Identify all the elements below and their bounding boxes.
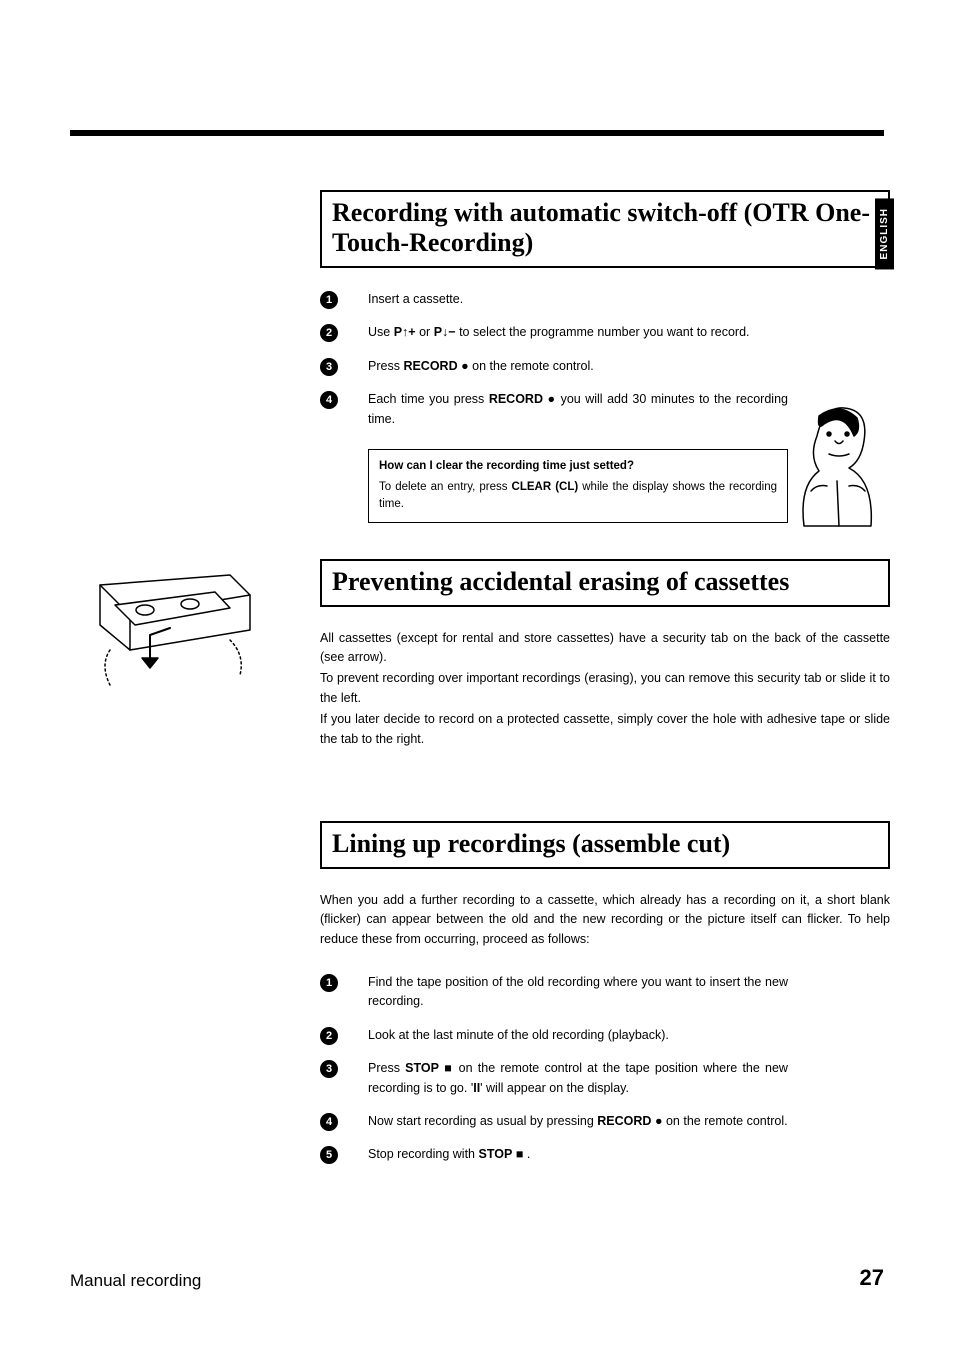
step-row: 3 Press RECORD ● on the remote control. xyxy=(320,357,890,376)
cassette-illustration xyxy=(90,570,260,700)
step-text: Stop recording with STOP ■ . xyxy=(368,1145,530,1164)
language-tab: ENGLISH xyxy=(875,198,894,269)
step-bullet: 2 xyxy=(320,324,338,342)
t: Now start recording as usual by pressing xyxy=(368,1114,597,1128)
footer-section-title: Manual recording xyxy=(70,1271,201,1291)
stop-icon: ■ xyxy=(516,1147,524,1161)
step-text: Use P↑+ or P↓− to select the programme n… xyxy=(368,323,750,342)
step-bullet: 5 xyxy=(320,1146,338,1164)
step-row: 2 Look at the last minute of the old rec… xyxy=(320,1026,890,1045)
para: All cassettes (except for rental and sto… xyxy=(320,629,890,668)
step-row: 3 Press STOP ■ on the remote control at … xyxy=(320,1059,890,1098)
t: or xyxy=(419,325,434,339)
t: Each time you press xyxy=(368,392,489,406)
button-label: STOP xyxy=(478,1147,512,1161)
button-label: RECORD xyxy=(403,359,457,373)
t: to select the programme number you want … xyxy=(459,325,749,339)
info-question: How can I clear the recording time just … xyxy=(379,458,777,475)
record-icon: ● xyxy=(547,392,556,406)
button-label: CLEAR (CL) xyxy=(512,481,579,493)
step-row: 1 Insert a cassette. xyxy=(320,290,890,309)
t: Press xyxy=(368,359,403,373)
footer-page-number: 27 xyxy=(860,1265,884,1291)
record-icon: ● xyxy=(655,1114,663,1128)
t: Use xyxy=(368,325,394,339)
page-footer: Manual recording 27 xyxy=(70,1265,884,1291)
step-row: 4 Now start recording as usual by pressi… xyxy=(320,1112,890,1131)
step-text: Each time you press RECORD ● you will ad… xyxy=(368,390,788,429)
step-text: Find the tape position of the old record… xyxy=(368,973,788,1012)
t: ' will appear on the display. xyxy=(480,1081,629,1095)
step-row: 2 Use P↑+ or P↓− to select the programme… xyxy=(320,323,890,342)
t: Press xyxy=(368,1061,405,1075)
para: If you later decide to record on a prote… xyxy=(320,710,890,749)
step-row: 5 Stop recording with STOP ■ . xyxy=(320,1145,890,1164)
button-label: P xyxy=(434,325,442,339)
step-text: Look at the last minute of the old recor… xyxy=(368,1026,669,1045)
paragraph-block: All cassettes (except for rental and sto… xyxy=(320,629,890,749)
step-bullet: 1 xyxy=(320,291,338,309)
stop-icon: ■ xyxy=(444,1061,453,1075)
t: To delete an entry, press xyxy=(379,481,512,493)
step-row: 1 Find the tape position of the old reco… xyxy=(320,973,890,1012)
t: on the remote control. xyxy=(666,1114,788,1128)
arrow-up-plus-icon: ↑+ xyxy=(402,325,416,339)
record-icon: ● xyxy=(461,359,469,373)
step-bullet: 3 xyxy=(320,358,338,376)
paragraph-block: When you add a further recording to a ca… xyxy=(320,891,890,949)
top-rule xyxy=(70,130,884,136)
t: Stop recording with xyxy=(368,1147,478,1161)
arrow-down-minus-icon: ↓− xyxy=(442,325,456,339)
step-text: Now start recording as usual by pressing… xyxy=(368,1112,788,1131)
info-box: How can I clear the recording time just … xyxy=(368,449,788,523)
button-label: STOP xyxy=(405,1061,439,1075)
section-title-assemble: Lining up recordings (assemble cut) xyxy=(320,821,890,869)
step-text: Press STOP ■ on the remote control at th… xyxy=(368,1059,788,1098)
main-content: Recording with automatic switch-off (OTR… xyxy=(320,190,890,1165)
para: To prevent recording over important reco… xyxy=(320,669,890,708)
button-label: RECORD xyxy=(597,1114,651,1128)
step-bullet: 2 xyxy=(320,1027,338,1045)
step-text: Press RECORD ● on the remote control. xyxy=(368,357,594,376)
step-bullet: 1 xyxy=(320,974,338,992)
step-bullet: 4 xyxy=(320,1113,338,1131)
step-text: Insert a cassette. xyxy=(368,290,463,309)
button-label: RECORD xyxy=(489,392,543,406)
step-bullet: 4 xyxy=(320,391,338,409)
para: When you add a further recording to a ca… xyxy=(320,891,890,949)
t: on the remote control. xyxy=(472,359,594,373)
t: . xyxy=(527,1147,530,1161)
button-label: P xyxy=(394,325,402,339)
section-title-otr: Recording with automatic switch-off (OTR… xyxy=(320,190,890,268)
person-illustration xyxy=(799,396,879,536)
step-bullet: 3 xyxy=(320,1060,338,1078)
section-title-erase: Preventing accidental erasing of cassett… xyxy=(320,559,890,607)
